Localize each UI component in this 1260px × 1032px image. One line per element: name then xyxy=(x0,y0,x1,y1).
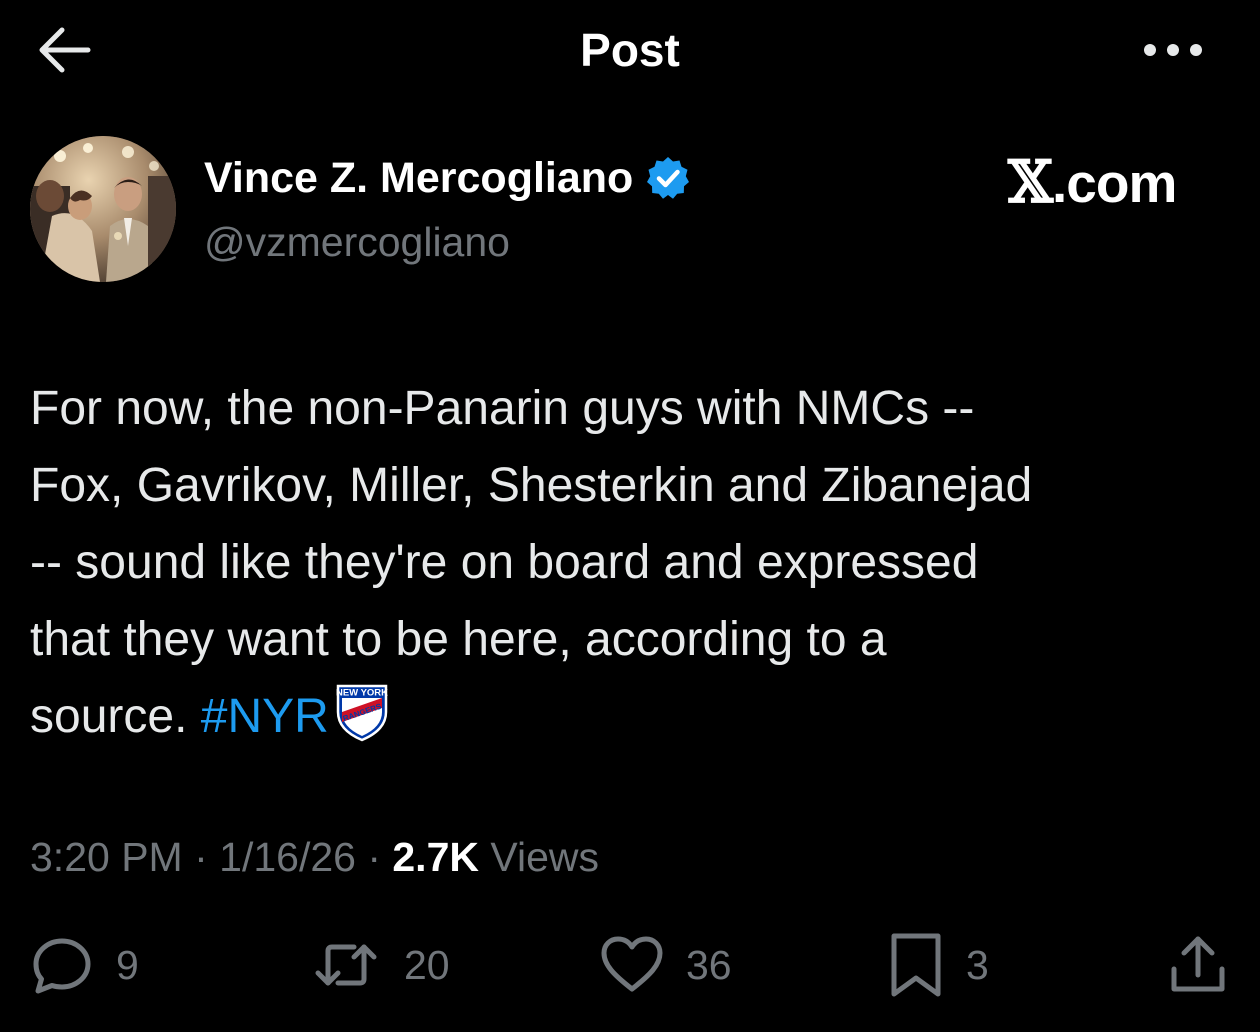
author-handle[interactable]: @vzmercogliano xyxy=(204,216,510,268)
reply-count: 9 xyxy=(116,941,139,988)
post-time[interactable]: 3:20 PM xyxy=(30,834,183,880)
more-options-button[interactable] xyxy=(1138,30,1208,70)
action-bar: 9 20 36 3 xyxy=(0,930,1260,1000)
more-horizontal-icon xyxy=(1144,44,1202,56)
bookmark-count: 3 xyxy=(966,941,989,988)
heart-icon xyxy=(601,936,663,992)
reply-icon xyxy=(33,938,91,994)
like-count: 36 xyxy=(686,941,732,988)
views-count[interactable]: 2.7K xyxy=(392,834,479,880)
views-label[interactable]: Views xyxy=(479,834,599,880)
bookmark-icon xyxy=(891,933,941,997)
tweet-line: Fox, Gavrikov, Miller, Shesterkin and Zi… xyxy=(30,459,1033,512)
hashtag-link[interactable]: #NYR xyxy=(201,690,329,743)
like-button[interactable]: 36 xyxy=(600,930,732,1000)
meta-separator: · xyxy=(182,834,220,880)
tweet-line: that they want to be here, according to … xyxy=(30,613,887,666)
reply-button[interactable]: 9 xyxy=(30,930,139,1000)
repost-count: 20 xyxy=(404,941,450,988)
tweet-line: For now, the non-Panarin guys with NMCs … xyxy=(30,382,975,435)
repost-icon xyxy=(315,944,377,986)
repost-button[interactable]: 20 xyxy=(310,930,450,1000)
author-name[interactable]: Vince Z. Mercogliano xyxy=(204,154,633,203)
share-icon xyxy=(1171,936,1225,992)
watermark-text: .com xyxy=(1052,152,1177,214)
page-title: Post xyxy=(580,24,680,76)
x-logo-icon: 𝕏 xyxy=(1008,148,1053,216)
tweet-line-text: source. xyxy=(30,690,201,743)
top-bar: Post xyxy=(0,0,1260,100)
post-meta: 3:20 PM · 1/16/26 · 2.7K Views xyxy=(30,830,599,884)
avatar[interactable] xyxy=(30,136,176,282)
emoji-top-text: NEW YORK xyxy=(336,688,388,699)
tweet-line-last: source. #NYR NEW YORK RANGERS xyxy=(30,678,1240,755)
bookmark-button[interactable]: 3 xyxy=(888,930,989,1000)
share-button[interactable] xyxy=(1168,930,1228,1000)
tweet-text: For now, the non-Panarin guys with NMCs … xyxy=(30,370,1240,755)
rangers-shield-icon: NEW YORK RANGERS xyxy=(336,684,388,742)
x-com-watermark: 𝕏.com xyxy=(1008,148,1177,216)
post-date[interactable]: 1/16/26 xyxy=(219,834,356,880)
verified-badge-icon xyxy=(647,157,690,199)
tweet-line: -- sound like they're on board and expre… xyxy=(30,536,979,589)
avatar-photo xyxy=(30,136,176,282)
author-name-row[interactable]: Vince Z. Mercogliano xyxy=(204,150,691,206)
meta-separator: · xyxy=(355,834,393,880)
